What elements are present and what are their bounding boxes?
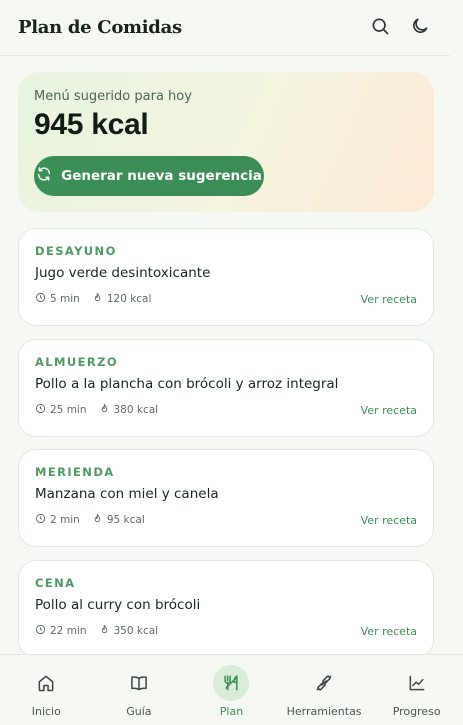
generate-suggestion-button[interactable]: Generar nueva sugerencia [34, 156, 264, 196]
view-recipe-link[interactable]: Ver receta [361, 293, 417, 306]
book-icon [121, 665, 157, 701]
meal-card-desayuno[interactable]: DESAYUNO Jugo verde desintoxicante 5 min… [18, 228, 434, 326]
calories-value: 120 kcal [106, 293, 152, 305]
bottom-nav: Inicio Guía Plan Herramientas Progreso [0, 654, 463, 725]
view-recipe-link[interactable]: Ver receta [361, 404, 417, 417]
calories: 350 kcal [99, 624, 159, 638]
prep-time-value: 2 min [50, 514, 80, 526]
app-header: Plan de Comidas [0, 0, 450, 56]
meal-name: Pollo al curry con brócoli [35, 597, 201, 613]
app-screen: Plan de Comidas Menú sugerido para hoy 9… [0, 0, 463, 725]
calories: 95 kcal [92, 513, 145, 527]
flame-icon [99, 624, 110, 638]
view-recipe-link[interactable]: Ver receta [361, 625, 417, 638]
refresh-icon [36, 166, 52, 186]
search-icon [370, 16, 390, 40]
prep-time-value: 22 min [50, 625, 87, 637]
prep-time: 5 min [35, 292, 80, 306]
meal-name: Pollo a la plancha con brócoli y arroz i… [35, 376, 339, 392]
dumbbell-icon [306, 665, 342, 701]
theme-toggle-button[interactable] [407, 15, 433, 41]
clock-icon [35, 292, 46, 306]
nav-item-progreso[interactable]: Progreso [372, 655, 462, 718]
chart-icon [399, 665, 435, 701]
page-title: Plan de Comidas [18, 17, 182, 38]
daily-menu-card: Menú sugerido para hoy 945 kcal Generar … [18, 72, 434, 212]
meal-meta: 5 min 120 kcal Ver receta [35, 292, 417, 306]
nav-item-inicio[interactable]: Inicio [1, 655, 91, 718]
prep-time: 25 min [35, 403, 87, 417]
prep-time-value: 25 min [50, 404, 87, 416]
clock-icon [35, 624, 46, 638]
moon-icon [410, 16, 430, 40]
daily-menu-label: Menú sugerido para hoy [34, 89, 192, 104]
flame-icon [92, 292, 103, 306]
home-icon [28, 665, 64, 701]
meal-card-merienda[interactable]: MERIENDA Manzana con miel y canela 2 min… [18, 449, 434, 547]
clock-icon [35, 513, 46, 527]
flame-icon [99, 403, 110, 417]
calories: 380 kcal [99, 403, 159, 417]
total-kcal: 945 kcal [34, 108, 149, 141]
meal-type: MERIENDA [35, 465, 115, 479]
nav-item-herramientas[interactable]: Herramientas [279, 655, 369, 718]
prep-time: 2 min [35, 513, 80, 527]
prep-time: 22 min [35, 624, 87, 638]
generate-suggestion-label: Generar nueva sugerencia [61, 168, 262, 184]
meal-type: ALMUERZO [35, 355, 119, 369]
meal-name: Jugo verde desintoxicante [35, 265, 211, 281]
clock-icon [35, 403, 46, 417]
utensils-icon [213, 665, 250, 701]
meal-card-cena[interactable]: CENA Pollo al curry con brócoli 22 min 3… [18, 560, 434, 658]
nav-item-guia[interactable]: Guía [94, 655, 184, 718]
meal-type: DESAYUNO [35, 244, 117, 258]
nav-label: Guía [126, 705, 152, 718]
nav-label: Progreso [392, 705, 441, 718]
calories-value: 350 kcal [113, 625, 159, 637]
meal-card-almuerzo[interactable]: ALMUERZO Pollo a la plancha con brócoli … [18, 339, 434, 437]
nav-label: Plan [219, 705, 244, 718]
prep-time-value: 5 min [50, 293, 80, 305]
flame-icon [92, 513, 103, 527]
calories: 120 kcal [92, 292, 152, 306]
meal-meta: 22 min 350 kcal Ver receta [35, 624, 417, 638]
header-actions [367, 15, 433, 41]
meal-meta: 25 min 380 kcal Ver receta [35, 403, 417, 417]
meal-meta: 2 min 95 kcal Ver receta [35, 513, 417, 527]
calories-value: 380 kcal [113, 404, 159, 416]
meal-type: CENA [35, 576, 76, 590]
nav-label: Herramientas [286, 705, 362, 718]
calories-value: 95 kcal [106, 514, 145, 526]
search-button[interactable] [367, 15, 393, 41]
meal-name: Manzana con miel y canela [35, 486, 219, 502]
nav-label: Inicio [31, 705, 61, 718]
nav-item-plan[interactable]: Plan [186, 655, 276, 718]
view-recipe-link[interactable]: Ver receta [361, 514, 417, 527]
